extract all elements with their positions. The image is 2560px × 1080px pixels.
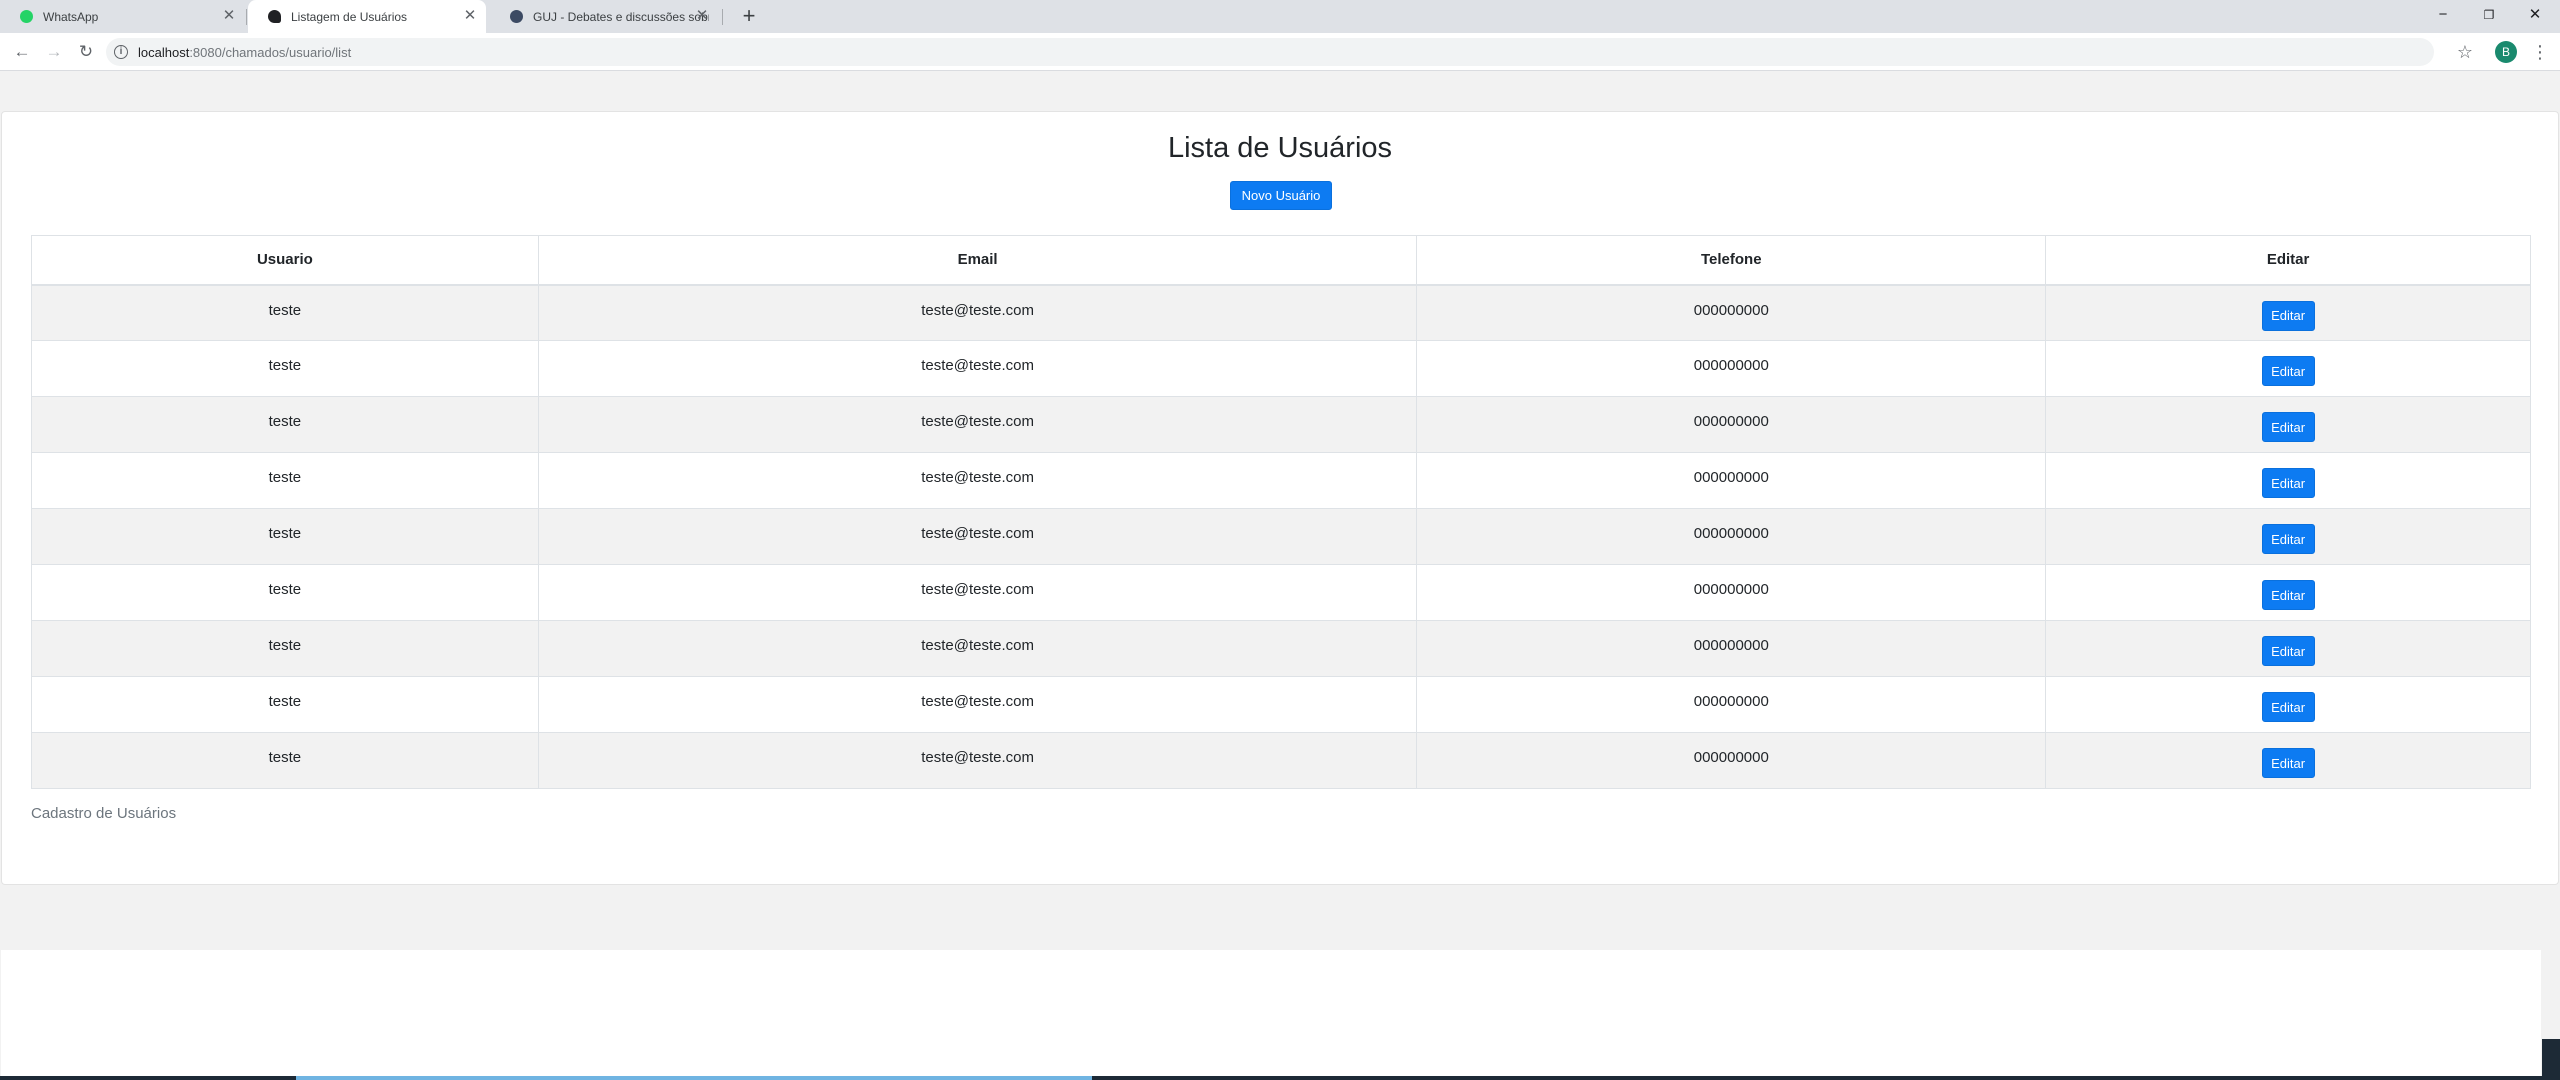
cell-usuario: teste xyxy=(31,340,539,397)
lower-panel xyxy=(1,950,2541,1080)
url-path: :8080/chamados/usuario/list xyxy=(189,44,352,60)
page-title: Lista de Usuários xyxy=(1167,132,1393,164)
cell-usuario: teste xyxy=(31,396,539,453)
forward-arrow-icon[interactable]: → xyxy=(43,41,65,63)
table-row: teste teste@teste.com 000000000 Editar xyxy=(31,620,2531,677)
cell-action: Editar xyxy=(2045,676,2531,733)
column-header-email: Email xyxy=(537,235,1418,286)
cell-telefone: 000000000 xyxy=(1416,732,2047,789)
cell-telefone: 000000000 xyxy=(1416,340,2047,397)
cell-email: teste@teste.com xyxy=(537,396,1418,453)
cell-usuario: teste xyxy=(31,452,539,509)
bookmark-star-icon[interactable]: ☆ xyxy=(2454,41,2476,63)
table-caption: Cadastro de Usuários xyxy=(31,805,177,822)
minimize-icon[interactable]: − xyxy=(2420,0,2466,30)
edit-button[interactable]: Editar xyxy=(2261,300,2315,331)
cell-email: teste@teste.com xyxy=(537,452,1418,509)
cell-telefone: 000000000 xyxy=(1416,396,2047,453)
edit-button[interactable]: Editar xyxy=(2261,356,2315,386)
cell-action: Editar xyxy=(2045,732,2531,789)
cell-usuario: teste xyxy=(31,676,539,733)
close-icon[interactable]: ✕ xyxy=(221,8,237,24)
cell-email: teste@teste.com xyxy=(537,732,1418,789)
cell-usuario: teste xyxy=(31,284,539,341)
cell-telefone: 000000000 xyxy=(1416,284,2047,341)
window-close-icon[interactable]: ✕ xyxy=(2512,0,2558,30)
column-header-telefone: Telefone xyxy=(1416,235,2047,286)
cell-usuario: teste xyxy=(31,564,539,621)
browser-toolbar: ← → ↻ i localhost:8080/chamados/usuario/… xyxy=(0,33,2560,71)
cell-email: teste@teste.com xyxy=(537,340,1418,397)
cell-usuario: teste xyxy=(31,508,539,565)
cell-email: teste@teste.com xyxy=(537,564,1418,621)
column-header-editar: Editar xyxy=(2045,235,2531,286)
cell-action: Editar xyxy=(2045,340,2531,397)
tab-whatsapp[interactable]: WhatsApp ✕ xyxy=(0,0,245,33)
cell-telefone: 000000000 xyxy=(1416,620,2047,677)
table-row: teste teste@teste.com 000000000 Editar xyxy=(31,340,2531,397)
table-row: teste teste@teste.com 000000000 Editar xyxy=(31,732,2531,789)
new-user-button[interactable]: Novo Usuário xyxy=(1230,181,1332,210)
cell-telefone: 000000000 xyxy=(1416,564,2047,621)
tab-label: GUJ - Debates e discussões sobre xyxy=(533,9,709,24)
table-row: teste teste@teste.com 000000000 Editar xyxy=(31,452,2531,509)
table-header-row: Usuario Email Telefone Editar xyxy=(31,235,2531,286)
back-arrow-icon[interactable]: ← xyxy=(11,41,33,63)
restore-icon[interactable]: ❐ xyxy=(2466,0,2512,30)
cell-action: Editar xyxy=(2045,564,2531,621)
column-header-usuario: Usuario xyxy=(31,235,539,286)
guj-icon xyxy=(510,10,523,23)
table-row: teste teste@teste.com 000000000 Editar xyxy=(31,284,2531,341)
cell-action: Editar xyxy=(2045,284,2531,341)
profile-avatar[interactable]: B xyxy=(2495,41,2517,63)
cell-action: Editar xyxy=(2045,452,2531,509)
cell-telefone: 000000000 xyxy=(1416,508,2047,565)
table-row: teste teste@teste.com 000000000 Editar xyxy=(31,564,2531,621)
edit-button[interactable]: Editar xyxy=(2261,524,2315,554)
tab-guj[interactable]: GUJ - Debates e discussões sobre ✕ xyxy=(490,0,718,33)
url-text: localhost:8080/chamados/usuario/list xyxy=(138,45,351,60)
cell-usuario: teste xyxy=(31,732,539,789)
cell-telefone: 000000000 xyxy=(1416,452,2047,509)
menu-kebab-icon[interactable]: ⋮ xyxy=(2530,41,2550,63)
edit-button[interactable]: Editar xyxy=(2261,692,2315,722)
cell-email: teste@teste.com xyxy=(537,508,1418,565)
whatsapp-icon xyxy=(20,10,33,23)
edit-button[interactable]: Editar xyxy=(2261,748,2315,778)
table-row: teste teste@teste.com 000000000 Editar xyxy=(31,676,2531,733)
users-table: Usuario Email Telefone Editar teste test… xyxy=(31,235,2531,789)
close-icon[interactable]: ✕ xyxy=(462,8,478,24)
edit-button[interactable]: Editar xyxy=(2261,636,2315,666)
cell-email: teste@teste.com xyxy=(537,676,1418,733)
reload-icon[interactable]: ↻ xyxy=(75,41,97,63)
url-host: localhost xyxy=(138,44,190,60)
info-icon[interactable]: i xyxy=(114,45,128,59)
cell-action: Editar xyxy=(2045,620,2531,677)
browser-tab-bar: WhatsApp ✕ Listagem de Usuários ✕ GUJ - … xyxy=(0,0,2560,33)
tab-listagem[interactable]: Listagem de Usuários ✕ xyxy=(248,0,486,33)
content-card: Lista de Usuários Novo Usuário Usuario E… xyxy=(1,111,2559,885)
tab-label: Listagem de Usuários xyxy=(291,9,408,24)
cell-action: Editar xyxy=(2045,508,2531,565)
new-tab-plus-icon[interactable]: + xyxy=(737,4,761,28)
cell-email: teste@teste.com xyxy=(537,620,1418,677)
cell-usuario: teste xyxy=(31,620,539,677)
app-icon xyxy=(268,10,281,23)
table-row: teste teste@teste.com 000000000 Editar xyxy=(31,508,2531,565)
edit-button[interactable]: Editar xyxy=(2261,580,2315,610)
cell-action: Editar xyxy=(2045,396,2531,453)
tab-label: WhatsApp xyxy=(43,9,99,24)
edit-button[interactable]: Editar xyxy=(2261,412,2315,442)
close-icon[interactable]: ✕ xyxy=(694,8,710,24)
taskbar-active-indicator xyxy=(296,1076,1092,1080)
table-row: teste teste@teste.com 000000000 Editar xyxy=(31,396,2531,453)
cell-telefone: 000000000 xyxy=(1416,676,2047,733)
cell-email: teste@teste.com xyxy=(537,284,1418,341)
edit-button[interactable]: Editar xyxy=(2261,468,2315,498)
taskbar-corner xyxy=(2542,1039,2560,1080)
address-bar[interactable]: i localhost:8080/chamados/usuario/list xyxy=(106,38,2434,66)
